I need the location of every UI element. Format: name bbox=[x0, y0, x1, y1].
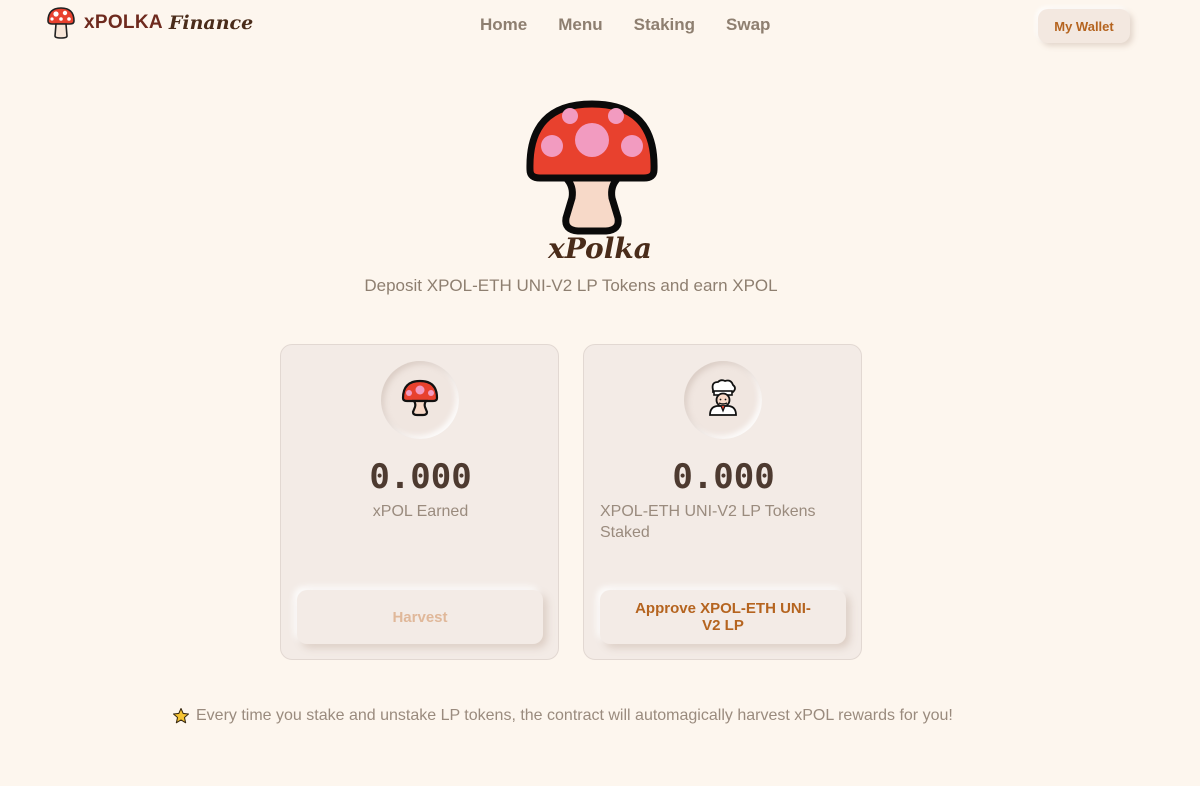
page-subtitle: Deposit XPOL-ETH UNI-V2 LP Tokens and ea… bbox=[364, 276, 778, 295]
mushroom-logo-icon bbox=[46, 6, 76, 40]
main-nav: Home Menu Staking Swap bbox=[480, 15, 801, 35]
hero-logo-wordmark: xPolka bbox=[548, 232, 652, 265]
xpol-earned-label: xPOL Earned bbox=[372, 503, 469, 520]
nav-staking[interactable]: Staking bbox=[634, 15, 695, 35]
top-navbar: xPOLKA Finance Home Menu Staking Swap My… bbox=[0, 0, 1200, 50]
my-wallet-button[interactable]: My Wallet bbox=[1038, 9, 1130, 43]
hero-mushroom-icon bbox=[522, 100, 662, 236]
star-icon bbox=[172, 707, 190, 725]
nav-menu[interactable]: Menu bbox=[558, 15, 602, 35]
lp-staked-value: 0.000 bbox=[672, 457, 775, 497]
nav-home[interactable]: Home bbox=[480, 15, 527, 35]
harvest-tip: Every time you stake and unstake LP toke… bbox=[172, 707, 1072, 725]
card-icon-circle bbox=[684, 361, 762, 439]
brand-name: xPOLKA bbox=[84, 12, 163, 33]
approve-lp-button[interactable]: Approve XPOL-ETH UNI-V2 LP bbox=[600, 590, 846, 644]
brand[interactable]: xPOLKA Finance bbox=[46, 6, 253, 40]
chef-icon bbox=[703, 378, 743, 423]
tip-text: Every time you stake and unstake LP toke… bbox=[196, 707, 953, 724]
nav-swap[interactable]: Swap bbox=[726, 15, 770, 35]
earned-card: 0.000 xPOL Earned Harvest bbox=[280, 344, 559, 660]
xpol-earned-value: 0.000 bbox=[369, 457, 472, 497]
lp-staked-label: XPOL-ETH UNI-V2 LP Tokens Staked bbox=[600, 503, 816, 541]
harvest-button[interactable]: Harvest bbox=[297, 590, 543, 644]
page: xPOLKA Finance Home Menu Staking Swap My… bbox=[0, 0, 1200, 786]
card-icon-circle bbox=[381, 361, 459, 439]
brand-subtitle: Finance bbox=[168, 12, 254, 34]
staked-card: 0.000 XPOL-ETH UNI-V2 LP Tokens Staked A… bbox=[583, 344, 862, 660]
mushroom-icon bbox=[400, 378, 440, 423]
